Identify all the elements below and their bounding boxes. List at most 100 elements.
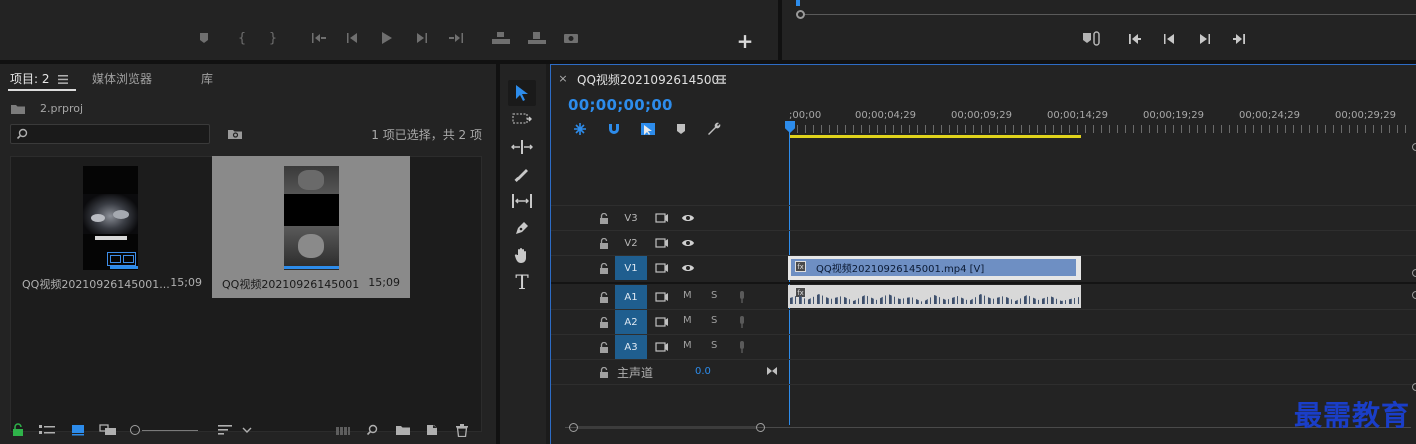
project-item-selected[interactable]: QQ视频20210926145001 15;09 [212, 156, 410, 298]
program-playhead[interactable] [796, 0, 800, 6]
go-to-in-icon[interactable] [1126, 30, 1144, 48]
mute-button[interactable]: M [683, 340, 692, 351]
linked-selection-icon[interactable] [639, 121, 657, 137]
sync-lock-icon[interactable] [653, 236, 671, 250]
pen-tool-icon[interactable] [510, 217, 534, 239]
lock-icon[interactable] [597, 315, 611, 329]
program-scrub-bar[interactable] [798, 14, 1416, 15]
go-to-out-icon[interactable] [1230, 30, 1248, 48]
sort-icons-icon[interactable] [216, 422, 234, 438]
overwrite-icon[interactable] [526, 30, 548, 46]
type-tool-icon[interactable]: T [510, 270, 534, 294]
video-clip[interactable]: fx QQ视频20210926145001.mp4 [V] [788, 256, 1081, 280]
track-target-a2[interactable]: A2 [615, 310, 647, 334]
track-target-a1[interactable]: A1 [615, 285, 647, 309]
track-target-a3[interactable]: A3 [615, 335, 647, 359]
track-select-tool-icon[interactable] [510, 108, 534, 130]
slip-tool-icon[interactable] [510, 190, 534, 212]
find-bin-icon[interactable] [226, 126, 244, 142]
selection-tool-icon[interactable] [510, 81, 534, 105]
vertical-zoom-handle[interactable] [1412, 143, 1416, 151]
settings-wrench-icon[interactable] [705, 121, 723, 137]
eye-icon[interactable] [679, 236, 697, 250]
insert-icon[interactable] [490, 30, 512, 46]
sync-lock-icon[interactable] [653, 211, 671, 225]
lock-icon[interactable] [597, 365, 611, 379]
automate-to-sequence-icon[interactable] [334, 422, 352, 438]
eye-icon[interactable] [679, 211, 697, 225]
microphone-icon[interactable] [735, 290, 749, 304]
eye-icon[interactable] [679, 261, 697, 275]
tab-libraries[interactable]: 库 [201, 70, 213, 87]
solo-button[interactable]: S [711, 315, 717, 326]
track-target-v3[interactable]: V3 [615, 206, 647, 230]
tab-media-browser[interactable]: 媒体浏览器 [92, 70, 152, 87]
master-volume-value[interactable]: 0.0 [695, 366, 711, 377]
microphone-icon[interactable] [735, 340, 749, 354]
scrub-handle[interactable] [796, 10, 805, 19]
new-bin-icon[interactable] [394, 422, 412, 438]
ruler-ticks[interactable] [789, 125, 1413, 133]
panel-menu-icon[interactable] [56, 72, 70, 86]
track-target-v1[interactable]: V1 [615, 256, 647, 280]
tab-project[interactable]: 项目: 2 [10, 70, 50, 87]
sync-lock-icon[interactable] [653, 315, 671, 329]
timeline-scrollbar-thumb[interactable] [569, 423, 765, 432]
step-forward-icon[interactable] [1196, 30, 1214, 48]
close-icon[interactable]: × [557, 71, 569, 85]
zoom-slider-handle[interactable] [130, 425, 140, 435]
lock-icon[interactable] [597, 211, 611, 225]
timecode-display[interactable]: 00;00;00;00 [568, 96, 673, 114]
audio-clip[interactable]: fx [788, 285, 1081, 308]
track-target-v2[interactable]: V2 [615, 231, 647, 255]
sync-lock-icon[interactable] [653, 340, 671, 354]
add-marker-icon[interactable] [196, 30, 212, 46]
vertical-zoom-handle[interactable] [1412, 269, 1416, 277]
solo-button[interactable]: S [711, 290, 717, 301]
snap-magnet-icon[interactable] [605, 121, 623, 137]
nest-toggle-icon[interactable] [571, 121, 589, 137]
new-item-icon[interactable] [424, 422, 440, 438]
search-input[interactable] [10, 124, 210, 144]
sequence-tab-title[interactable]: QQ视频20210926145001 [577, 71, 727, 88]
mark-in-icon[interactable]: { [234, 30, 250, 46]
step-forward-icon[interactable] [414, 30, 430, 46]
trash-icon[interactable] [454, 422, 470, 438]
go-to-out-icon[interactable] [447, 30, 465, 46]
chevron-down-icon[interactable] [240, 422, 254, 438]
zoom-slider[interactable] [142, 430, 198, 431]
mark-out-icon[interactable]: } [265, 30, 281, 46]
freeform-view-icon[interactable] [98, 422, 118, 438]
video-audio-divider[interactable] [551, 282, 1416, 284]
lock-icon[interactable] [597, 236, 611, 250]
lock-icon[interactable] [597, 261, 611, 275]
lock-icon[interactable] [597, 290, 611, 304]
icon-view-icon[interactable] [70, 422, 86, 438]
add-button-icon[interactable]: + [736, 29, 754, 53]
hand-tool-icon[interactable] [510, 244, 534, 266]
list-view-icon[interactable] [38, 422, 56, 438]
mute-button[interactable]: M [683, 315, 692, 326]
export-frame-icon[interactable] [562, 30, 580, 46]
project-item[interactable]: QQ视频20210926145001... 15;09 [12, 156, 212, 298]
lock-icon[interactable] [597, 340, 611, 354]
add-marker-link-icon[interactable] [1080, 30, 1104, 48]
mute-button[interactable]: M [683, 290, 692, 301]
microphone-icon[interactable] [735, 315, 749, 329]
vertical-zoom-handle[interactable] [1412, 383, 1416, 391]
play-icon[interactable] [379, 30, 395, 46]
razor-tool-icon[interactable] [510, 163, 534, 185]
lock-open-icon[interactable] [10, 422, 26, 438]
step-back-icon[interactable] [1160, 30, 1178, 48]
step-back-icon[interactable] [344, 30, 360, 46]
sync-lock-icon[interactable] [653, 290, 671, 304]
go-to-end-icon[interactable] [765, 364, 779, 378]
solo-button[interactable]: S [711, 340, 717, 351]
vertical-zoom-handle[interactable] [1412, 291, 1416, 299]
find-icon[interactable] [364, 422, 380, 438]
sync-lock-icon[interactable] [653, 261, 671, 275]
work-area-bar[interactable] [789, 135, 1081, 138]
add-marker-icon[interactable] [673, 121, 689, 137]
panel-menu-icon[interactable] [715, 73, 727, 85]
go-to-in-icon[interactable] [310, 30, 328, 46]
